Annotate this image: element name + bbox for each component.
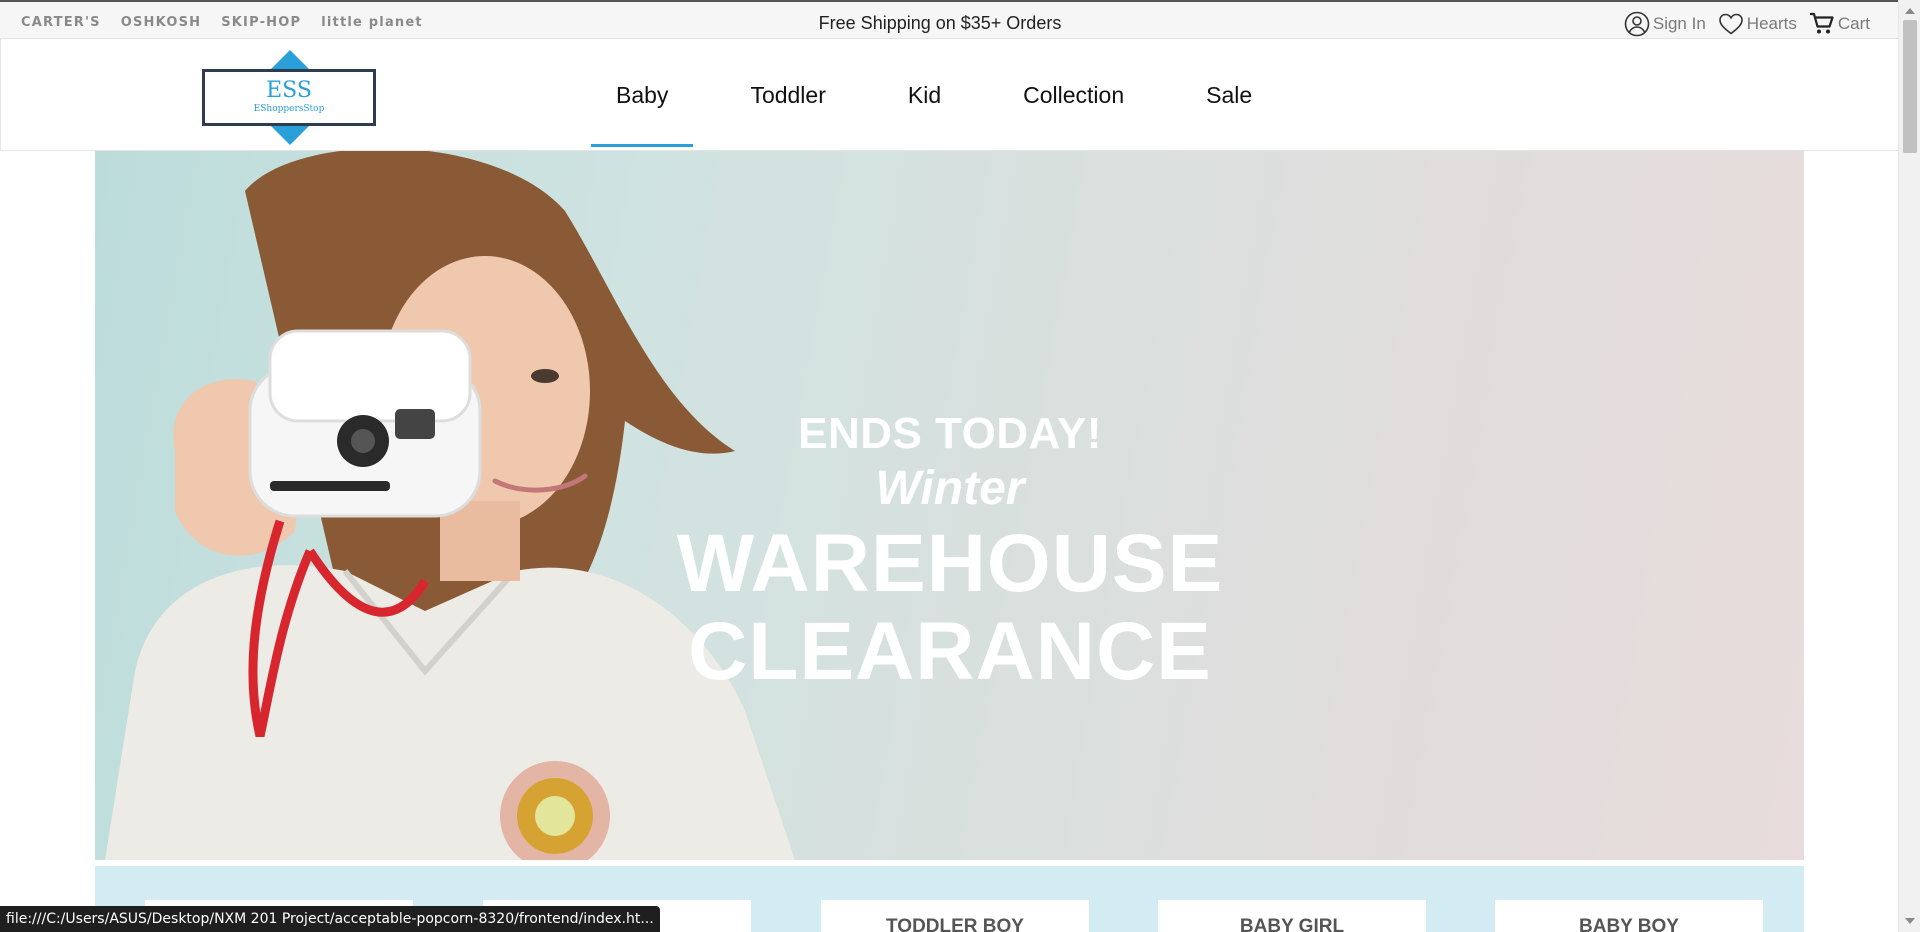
user-circle-icon: [1624, 11, 1650, 37]
hearts-link[interactable]: Hearts: [1718, 12, 1797, 36]
category-card-toddler-boy[interactable]: TODDLER BOY: [821, 900, 1089, 932]
sign-in-link[interactable]: Sign In: [1624, 11, 1706, 37]
hero-banner[interactable]: ENDS TODAY! Winter WAREHOUSE CLEARANCE: [95, 151, 1804, 860]
scrollbar-thumb[interactable]: [1903, 20, 1917, 153]
main-nav: Baby Toddler Kid Collection Sale: [591, 39, 1309, 151]
browser-status-bar: file:///C:/Users/ASUS/Desktop/NXM 201 Pr…: [0, 906, 660, 932]
logo-diamond-top: [271, 50, 309, 69]
nav-item-sale[interactable]: Sale: [1181, 39, 1277, 151]
nav-item-collection[interactable]: Collection: [998, 39, 1149, 151]
sign-in-label: Sign In: [1652, 14, 1706, 33]
cart-link[interactable]: Cart: [1809, 12, 1870, 36]
category-card-baby-girl[interactable]: BABY GIRL: [1158, 900, 1426, 932]
nav-item-baby[interactable]: Baby: [591, 39, 694, 151]
top-utility-bar: CARTER'S OSHKOSH SKIP-HOP little planet …: [0, 0, 1898, 39]
hearts-label: Hearts: [1746, 14, 1797, 33]
logo-box: ESS EShoppersStop: [202, 69, 376, 126]
page: CARTER'S OSHKOSH SKIP-HOP little planet …: [0, 0, 1920, 932]
heart-icon: [1718, 12, 1744, 36]
nav-item-toddler[interactable]: Toddler: [725, 39, 850, 151]
scroll-up-arrow-icon[interactable]: [1905, 8, 1915, 14]
cart-label: Cart: [1837, 14, 1870, 33]
hero-headline: ENDS TODAY! Winter WAREHOUSE CLEARANCE: [585, 409, 1315, 696]
cart-icon: [1809, 12, 1835, 36]
hero-line-warehouse: WAREHOUSE: [676, 518, 1224, 609]
vertical-scrollbar[interactable]: [1898, 0, 1920, 932]
logo-subtitle: EShoppersStop: [253, 104, 325, 114]
category-card-baby-boy[interactable]: BABY BOY: [1495, 900, 1763, 932]
hero-line-ends-today: ENDS TODAY!: [798, 409, 1102, 458]
scroll-down-arrow-icon[interactable]: [1905, 918, 1915, 924]
logo-title: ESS: [266, 78, 312, 103]
site-logo[interactable]: ESS EShoppersStop: [202, 50, 376, 145]
logo-diamond-bottom: [271, 126, 309, 145]
site-header: ESS EShoppersStop Baby Toddler Kid Colle…: [0, 39, 1898, 151]
hero-line-clearance: CLEARANCE: [688, 606, 1212, 697]
nav-item-kid[interactable]: Kid: [883, 39, 966, 151]
shipping-promo: Free Shipping on $35+ Orders: [818, 13, 1062, 33]
hero-line-winter: Winter: [875, 462, 1025, 515]
account-links: Sign In Hearts Cart: [1624, 11, 1870, 37]
